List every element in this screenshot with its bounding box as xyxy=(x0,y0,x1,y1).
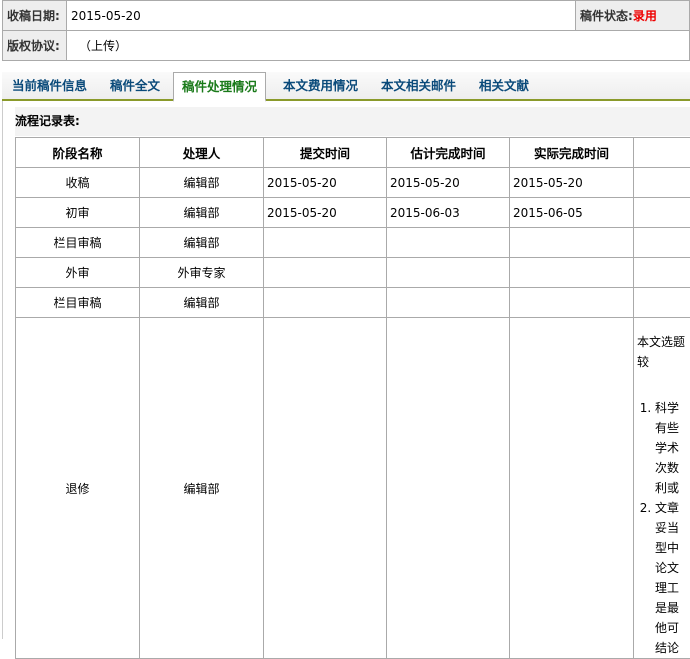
cell-handler: 编辑部 xyxy=(140,288,264,318)
tab-bar: 当前稿件信息 稿件全文 稿件处理情况 本文费用情况 本文相关邮件 相关文献 xyxy=(2,72,690,101)
copyright-label: 版权协议: xyxy=(3,31,67,61)
column-header: 估计完成时间 xyxy=(387,138,510,168)
received-date-value: 2015-05-20 xyxy=(67,1,576,31)
note-line: 科学 xyxy=(655,398,687,418)
cell-estimate: 2015-05-20 xyxy=(387,168,510,198)
cell-submit xyxy=(264,228,387,258)
tab-fees[interactable]: 本文费用情况 xyxy=(283,72,358,99)
cell-stage: 退修 xyxy=(16,318,140,659)
received-date-label: 收稿日期: xyxy=(3,1,67,31)
tab-emails[interactable]: 本文相关邮件 xyxy=(381,72,456,99)
cell-actual xyxy=(510,258,634,288)
cell-actual xyxy=(510,318,634,659)
cell-submit: 2015-05-20 xyxy=(264,198,387,228)
cell-stage: 栏目审稿 xyxy=(16,228,140,258)
cell-stage: 外审 xyxy=(16,258,140,288)
flow-table: 阶段名称 处理人 提交时间 估计完成时间 实际完成时间 收稿编辑部2015-05… xyxy=(15,137,690,659)
note-line: 有些 xyxy=(655,418,687,438)
cell-estimate xyxy=(387,288,510,318)
cell-note xyxy=(634,168,690,198)
column-header: 实际完成时间 xyxy=(510,138,634,168)
note-line: 次数 xyxy=(655,458,687,478)
cell-note xyxy=(634,228,690,258)
section-title: 流程记录表: xyxy=(15,107,690,136)
cell-estimate xyxy=(387,228,510,258)
note-line: 他可 xyxy=(655,618,687,638)
table-row: 收稿编辑部2015-05-202015-05-202015-05-20 xyxy=(16,168,690,198)
cell-stage: 收稿 xyxy=(16,168,140,198)
note-line: 型中 xyxy=(655,538,687,558)
note-item: 科学有些学术次数利或 xyxy=(655,398,687,498)
status-label: 稿件状态: xyxy=(580,9,633,23)
note-line: 论文 xyxy=(655,558,687,578)
table-row: 退修编辑部 本文选题较科学有些学术次数利或文章妥当型中论文理工是最他可结论 xyxy=(16,318,690,659)
cell-submit xyxy=(264,258,387,288)
table-row: 栏目审稿编辑部 xyxy=(16,228,690,258)
note-line: 妥当 xyxy=(655,518,687,538)
cell-submit: 2015-05-20 xyxy=(264,168,387,198)
status-value: 录用 xyxy=(633,9,657,23)
table-row: 栏目审稿编辑部 xyxy=(16,288,690,318)
column-header: 提交时间 xyxy=(264,138,387,168)
column-header: 处理人 xyxy=(140,138,264,168)
cell-note xyxy=(634,288,690,318)
column-header: 阶段名称 xyxy=(16,138,140,168)
tab-processing[interactable]: 稿件处理情况 xyxy=(173,72,266,102)
cell-handler: 编辑部 xyxy=(140,228,264,258)
tab-full-text[interactable]: 稿件全文 xyxy=(110,72,160,99)
note-line: 是最 xyxy=(655,598,687,618)
manuscript-info: 收稿日期: 2015-05-20 稿件状态:录用 版权协议: （上传） xyxy=(2,0,690,61)
table-row: 初审编辑部2015-05-202015-06-032015-06-05 xyxy=(16,198,690,228)
note-line: 理工 xyxy=(655,578,687,598)
tab-current-info[interactable]: 当前稿件信息 xyxy=(12,72,87,99)
cell-stage: 初审 xyxy=(16,198,140,228)
cell-handler: 外审专家 xyxy=(140,258,264,288)
cell-actual: 2015-05-20 xyxy=(510,168,634,198)
cell-estimate xyxy=(387,258,510,288)
cell-handler: 编辑部 xyxy=(140,168,264,198)
copyright-upload-link[interactable]: （上传） xyxy=(79,39,127,53)
tab-references[interactable]: 相关文献 xyxy=(479,72,529,99)
cell-note: 本文选题较科学有些学术次数利或文章妥当型中论文理工是最他可结论 xyxy=(634,318,690,659)
cell-handler: 编辑部 xyxy=(140,318,264,659)
cell-submit xyxy=(264,288,387,318)
cell-estimate: 2015-06-03 xyxy=(387,198,510,228)
table-row: 外审外审专家 xyxy=(16,258,690,288)
cell-handler: 编辑部 xyxy=(140,198,264,228)
note-line: 文章 xyxy=(655,498,687,518)
note-line: 结论 xyxy=(655,638,687,658)
cell-actual xyxy=(510,228,634,258)
note-line: 学术 xyxy=(655,438,687,458)
processing-panel: 流程记录表: 阶段名称 处理人 提交时间 估计完成时间 实际完成时间 收稿编辑部… xyxy=(2,101,690,639)
cell-actual: 2015-06-05 xyxy=(510,198,634,228)
note-line: 利或 xyxy=(655,478,687,498)
note-item: 文章妥当型中论文理工是最他可结论 xyxy=(655,498,687,658)
cell-note xyxy=(634,258,690,288)
cell-submit xyxy=(264,318,387,659)
table-header: 阶段名称 处理人 提交时间 估计完成时间 实际完成时间 xyxy=(16,138,690,168)
cell-stage: 栏目审稿 xyxy=(16,288,140,318)
note-intro: 本文选题较 xyxy=(637,332,687,372)
cell-estimate xyxy=(387,318,510,659)
cell-actual xyxy=(510,288,634,318)
cell-note xyxy=(634,198,690,228)
